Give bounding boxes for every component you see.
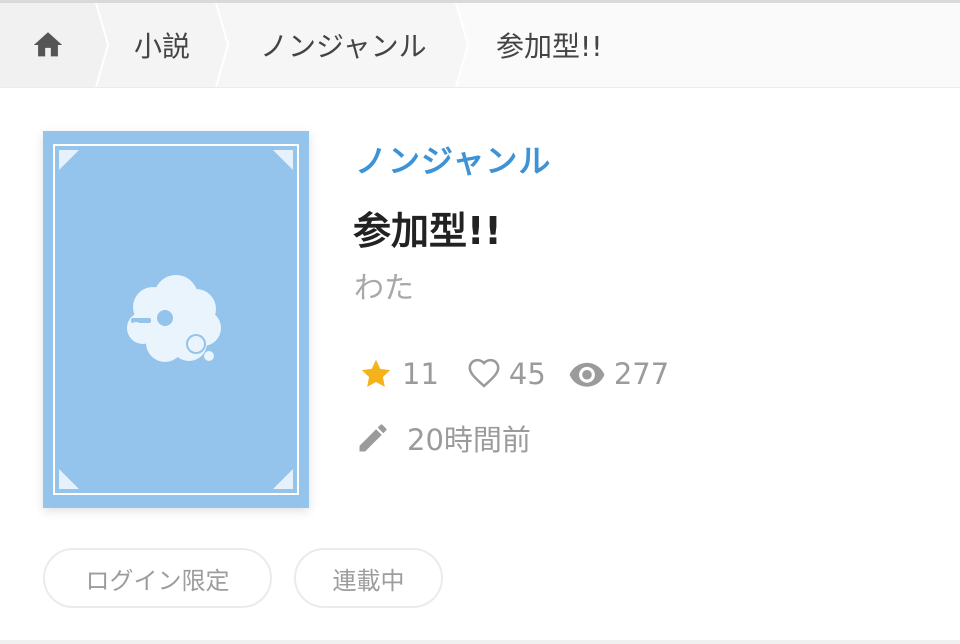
breadcrumb-label: 参加型!! [496, 30, 603, 63]
heart-icon [468, 358, 500, 388]
breadcrumb-home[interactable] [0, 3, 96, 87]
eye-icon [569, 362, 605, 387]
breadcrumb-item-genre[interactable]: ノンジャンル [216, 3, 456, 87]
star-count-value: 11 [402, 357, 439, 391]
bottom-divider [0, 640, 960, 644]
pencil-icon [359, 424, 387, 452]
view-count: 277 [568, 355, 669, 393]
breadcrumb-separator [451, 3, 481, 87]
like-count-value: 45 [508, 357, 546, 391]
breadcrumb-label: ノンジャンル [260, 30, 427, 63]
last-updated-text: 20時間前 [407, 423, 531, 457]
genre-link[interactable]: ノンジャンル [355, 136, 551, 182]
like-count: 45 [467, 357, 546, 391]
work-stats: 11 45 277 [358, 352, 669, 396]
tag-ongoing[interactable]: 連載中 [294, 548, 443, 608]
work-title: 参加型!! [353, 209, 502, 253]
tag-login-only[interactable]: ログイン限定 [43, 548, 272, 608]
home-icon [33, 32, 63, 57]
breadcrumb: 小説 ノンジャンル 参加型!! [0, 3, 960, 88]
breadcrumb-separator [211, 3, 241, 87]
book-cover[interactable] [43, 131, 309, 508]
star-icon [361, 359, 391, 387]
breadcrumb-separator [91, 3, 121, 87]
last-updated: 20時間前 [355, 416, 531, 460]
breadcrumb-item-current[interactable]: 参加型!! [456, 3, 960, 87]
star-count: 11 [358, 356, 439, 392]
breadcrumb-label: 小説 [134, 30, 191, 63]
author-link[interactable]: わた [354, 263, 414, 307]
thought-bubble-icon [127, 275, 221, 362]
view-count-value: 277 [613, 357, 670, 391]
